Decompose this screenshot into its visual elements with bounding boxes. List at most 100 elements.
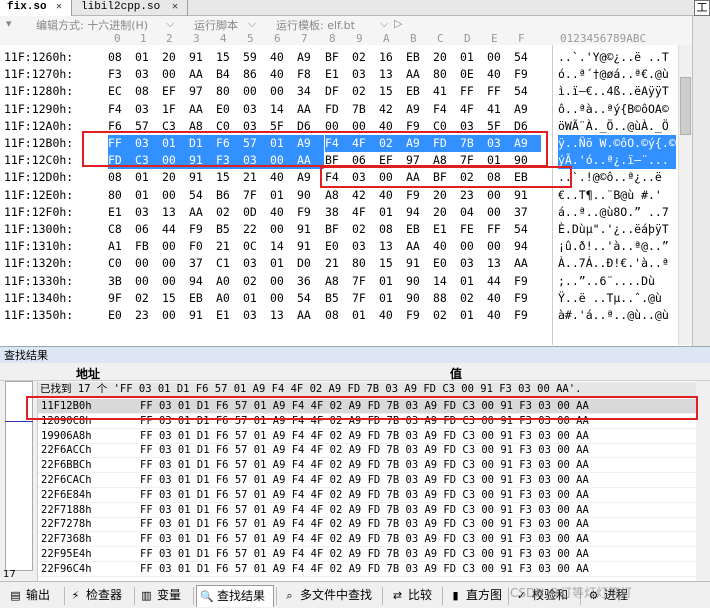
hex-byte[interactable]: 00: [243, 83, 269, 100]
hex-byte[interactable]: EF: [162, 83, 188, 100]
hex-byte[interactable]: 23: [460, 187, 486, 204]
hex-byte[interactable]: F9: [514, 66, 540, 83]
hex-byte[interactable]: 20: [433, 187, 459, 204]
hex-byte[interactable]: 54: [514, 221, 540, 238]
hex-byte[interactable]: 01: [379, 290, 405, 307]
hex-byte[interactable]: 00: [270, 221, 296, 238]
ascii-text[interactable]: ÿ..Ñö W.©ôO.©ý{.©: [558, 135, 676, 152]
hex-byte[interactable]: 20: [433, 204, 459, 221]
hex-byte[interactable]: 91: [189, 307, 215, 324]
hex-byte[interactable]: 08: [325, 307, 351, 324]
hex-byte[interactable]: 01: [460, 307, 486, 324]
hex-byte[interactable]: 37: [189, 255, 215, 272]
hex-byte[interactable]: 15: [162, 290, 188, 307]
hex-byte[interactable]: 01: [460, 273, 486, 290]
ascii-text[interactable]: À..7Á..Ð!€.'à..ª: [558, 255, 676, 272]
ascii-text[interactable]: ¡û.ð!..'à..ª@..”: [558, 238, 676, 255]
hex-byte[interactable]: AA: [406, 238, 432, 255]
hex-byte[interactable]: 02: [352, 221, 378, 238]
ascii-text[interactable]: ;..”..6¨....Dù: [558, 273, 676, 290]
hex-byte[interactable]: C0: [108, 255, 134, 272]
hex-byte[interactable]: 15: [379, 255, 405, 272]
close-icon[interactable]: ✕: [56, 0, 62, 15]
hex-byte[interactable]: 44: [162, 221, 188, 238]
find-result-row[interactable]: 22F6BBCh FF 03 01 D1 F6 57 01 A9 F4 4F 02…: [38, 458, 710, 474]
hex-byte[interactable]: 02: [216, 204, 242, 221]
hex-byte[interactable]: E1: [325, 66, 351, 83]
hex-byte[interactable]: 20: [433, 49, 459, 66]
hex-byte[interactable]: F8: [297, 66, 323, 83]
hex-byte[interactable]: F9: [406, 307, 432, 324]
hex-byte[interactable]: E0: [433, 255, 459, 272]
ascii-text[interactable]: ..`.'Y@©¿..ë ..T: [558, 49, 676, 66]
hex-byte[interactable]: A9: [297, 49, 323, 66]
hex-byte[interactable]: 4F: [460, 101, 486, 118]
hex-row[interactable]: 11F:1290h: F4 03 1F AA E0 03 14 AA FD 7B 42 A9 F4 4F 41…: [0, 101, 678, 118]
hex-byte[interactable]: 3B: [108, 273, 134, 290]
hex-byte[interactable]: 08: [135, 83, 161, 100]
chevron-down-icon[interactable]: ⌵: [248, 17, 256, 31]
hex-byte[interactable]: 13: [162, 204, 188, 221]
hex-byte[interactable]: 01: [270, 187, 296, 204]
hex-byte[interactable]: D0: [297, 255, 323, 272]
find-result-row[interactable]: 22F7188h FF 03 01 D1 F6 57 01 A9 F4 4F 02…: [38, 503, 710, 518]
hex-byte[interactable]: F9: [189, 221, 215, 238]
bottom-tab-6[interactable]: ▮ 直方图: [446, 585, 506, 607]
hex-byte[interactable]: 59: [243, 49, 269, 66]
hex-byte[interactable]: 00: [487, 49, 513, 66]
hex-row[interactable]: 11F:1260h: 08 01 20 91 15 59 40 A9 BF 02 16 EB 20 01 00…: [0, 49, 678, 66]
hex-byte[interactable]: 00: [270, 83, 296, 100]
hex-byte[interactable]: B5: [216, 221, 242, 238]
hex-byte[interactable]: 00: [487, 238, 513, 255]
hex-byte[interactable]: 88: [433, 290, 459, 307]
hex-byte[interactable]: 0C: [243, 238, 269, 255]
hex-vertical-scrollbar[interactable]: [678, 45, 692, 345]
hex-byte[interactable]: AA: [189, 204, 215, 221]
bottom-tab-2[interactable]: ▥ 变量: [137, 585, 191, 607]
find-result-row[interactable]: 22F7368h FF 03 01 D1 F6 57 01 A9 F4 4F 02…: [38, 532, 710, 548]
hex-byte[interactable]: 0E: [460, 66, 486, 83]
hex-byte[interactable]: 40: [270, 66, 296, 83]
hex-byte[interactable]: 22: [243, 221, 269, 238]
hex-byte[interactable]: F4: [108, 101, 134, 118]
ascii-text[interactable]: á..ª..@ù8O.” ..7: [558, 204, 676, 221]
hex-byte[interactable]: 02: [352, 83, 378, 100]
hex-byte[interactable]: AA: [189, 66, 215, 83]
hex-byte[interactable]: FB: [135, 238, 161, 255]
ascii-text[interactable]: ô..ªà..ªý{B©ôOA©: [558, 101, 676, 118]
hex-byte[interactable]: 36: [297, 273, 323, 290]
hex-byte[interactable]: BF: [325, 49, 351, 66]
hex-byte[interactable]: 13: [379, 66, 405, 83]
hex-byte[interactable]: 90: [406, 290, 432, 307]
run-template-dropdown[interactable]: 运行模板: elf.bt: [276, 17, 355, 33]
bottom-tab-0[interactable]: ▤ 输出: [6, 585, 62, 607]
hex-byte[interactable]: AA: [297, 307, 323, 324]
hex-byte[interactable]: 21: [325, 255, 351, 272]
hex-byte[interactable]: A9: [406, 101, 432, 118]
hex-byte[interactable]: 15: [379, 83, 405, 100]
hex-byte[interactable]: 40: [487, 307, 513, 324]
hex-byte[interactable]: 23: [135, 307, 161, 324]
hex-byte[interactable]: 00: [460, 238, 486, 255]
hex-byte[interactable]: 03: [135, 66, 161, 83]
hex-byte[interactable]: 40: [433, 238, 459, 255]
scrollbar-thumb[interactable]: [680, 77, 691, 135]
hex-row[interactable]: 11F:1270h: F3 03 00 AA B4 86 40 F8 E1 03 13 AA 80 0E 40…: [0, 66, 678, 83]
hex-row[interactable]: 11F:12F0h: E1 03 13 AA 02 0D 40 F9 38 4F 01 94 20 04 00…: [0, 204, 678, 221]
chevron-down-icon[interactable]: ⌵: [380, 17, 388, 31]
hex-byte[interactable]: 20: [162, 49, 188, 66]
hex-byte[interactable]: FF: [487, 83, 513, 100]
hex-byte[interactable]: AA: [514, 255, 540, 272]
hex-byte[interactable]: F9: [514, 307, 540, 324]
hex-byte[interactable]: 03: [243, 255, 269, 272]
tab-fix-so[interactable]: fix.so ✕: [0, 0, 72, 16]
hex-byte[interactable]: 42: [352, 187, 378, 204]
hex-byte[interactable]: 00: [162, 187, 188, 204]
hex-row[interactable]: 11F:1320h: C0 00 00 37 C1 03 01 D0 21 80 15 91 E0 03 13…: [0, 255, 678, 272]
hex-byte[interactable]: FF: [460, 83, 486, 100]
hex-byte[interactable]: F9: [406, 187, 432, 204]
hex-byte[interactable]: 54: [514, 83, 540, 100]
hex-byte[interactable]: 41: [433, 83, 459, 100]
hex-byte[interactable]: A8: [325, 187, 351, 204]
hex-byte[interactable]: 40: [487, 66, 513, 83]
